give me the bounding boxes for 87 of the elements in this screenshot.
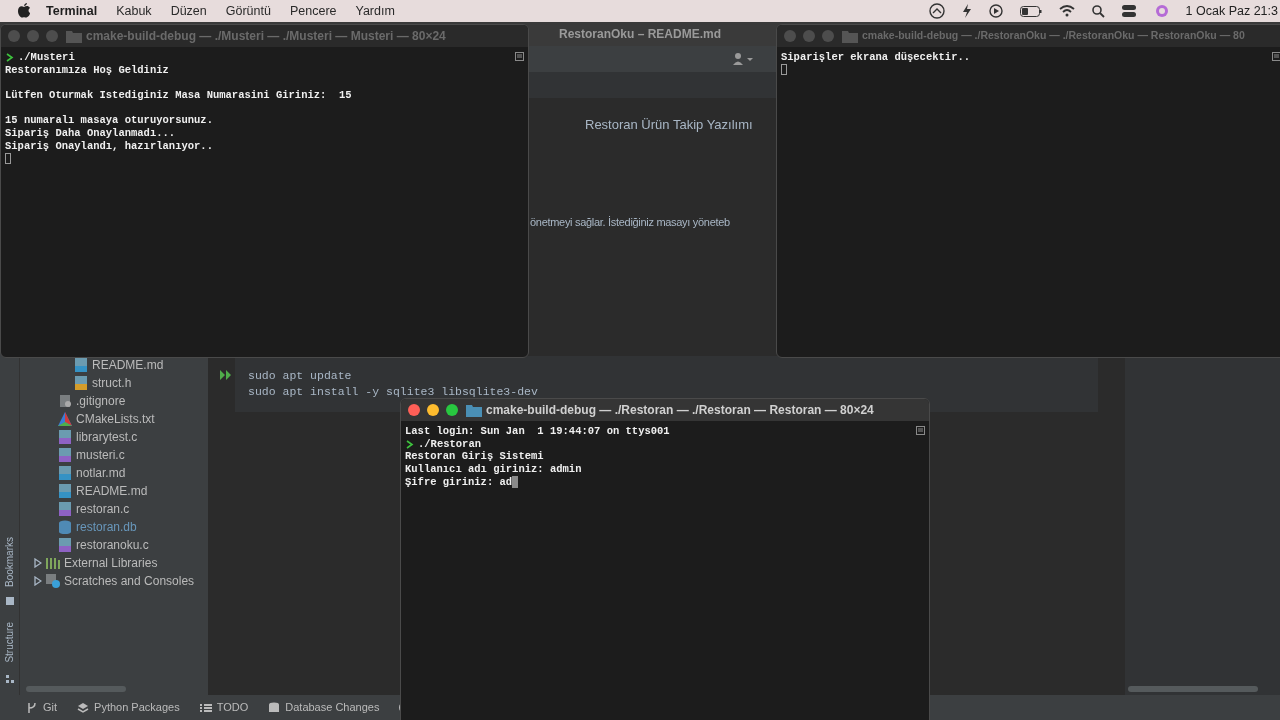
c-file-icon (58, 430, 72, 444)
bookmark-icon (6, 597, 14, 605)
close-button[interactable] (8, 30, 20, 42)
terminal-line: ./Musteri (18, 51, 75, 64)
list-icon (199, 701, 212, 714)
markdown-file-icon (58, 484, 72, 498)
terminal-line: Restoranımıza Hoş Geldiniz (5, 63, 169, 77)
menu-item[interactable]: Düzen (170, 1, 207, 21)
wifi-icon (1058, 5, 1075, 17)
terminal-line: Siparişler ekrana düşecektir.. (781, 51, 971, 64)
lightning-icon (961, 4, 972, 18)
search-icon (1091, 4, 1105, 18)
apple-logo-icon (17, 3, 31, 19)
minimize-button[interactable] (427, 404, 439, 416)
terminal-line: Sipariş Daha Onaylanmadı... (5, 127, 176, 140)
triangle-logo-icon (58, 412, 72, 426)
battery-icon (1019, 5, 1042, 17)
scratch-file-icon (46, 574, 60, 588)
code-line: sudo apt update (248, 368, 353, 384)
library-books-icon (46, 556, 60, 570)
window-title: RestoranOku – README.md (559, 26, 721, 43)
ignore-file-icon (58, 394, 72, 408)
scroll-marks-icon (1272, 52, 1280, 61)
c-file-icon (58, 502, 72, 516)
folder-icon (842, 29, 858, 43)
tree-item[interactable]: Scratches and Consoles (34, 572, 195, 590)
database-icon (268, 701, 281, 714)
terminal-line: Şifre giriniz: ad (405, 475, 513, 489)
code-line: sudo apt install -y sqlite3 libsqlite3-dev (248, 384, 539, 400)
terminal-line: Kullanıcı adı giriniz: admin (405, 463, 582, 476)
menu-item[interactable]: Görüntü (225, 1, 271, 21)
close-button[interactable] (408, 404, 420, 416)
folder-icon (66, 29, 82, 43)
c-file-icon (58, 538, 72, 552)
scroll-marks-icon (916, 426, 925, 435)
layers-icon (77, 701, 90, 714)
tool-window-button[interactable]: Python Packages (77, 699, 180, 716)
tool-window-button[interactable]: Database Changes (268, 699, 380, 716)
tree-item[interactable]: notlar.md (58, 464, 126, 482)
tree-item[interactable]: .gitignore (58, 392, 126, 410)
tree-item[interactable]: README.md (74, 356, 164, 374)
terminal-line: Sipariş Onaylandı, hazırlanıyor.. (5, 139, 213, 153)
folder-icon (466, 403, 482, 417)
markdown-file-icon (58, 466, 72, 480)
tree-item[interactable]: README.md (58, 482, 148, 500)
window-title: cmake-build-debug — ./RestoranOku — ./RestoranOku — RestoranOku — 80 (862, 28, 1245, 44)
prompt-chevron-icon (405, 437, 415, 450)
terminal-line: ./Restoran (418, 437, 481, 451)
terminal-line: Lütfen Oturmak Istediginiz Masa Numarasini Giriniz: 15 (5, 89, 352, 102)
tree-item[interactable]: External Libraries (34, 554, 158, 572)
tool-window-button[interactable]: Git (26, 699, 58, 716)
side-tool-tab[interactable]: Structure (2, 622, 18, 663)
terminal-line: Last login: Sun Jan 1 19:44:07 on ttys001 (405, 425, 670, 438)
tool-window-button[interactable]: TODO (199, 699, 249, 716)
tree-item[interactable]: struct.h (74, 374, 132, 392)
markdown-file-icon (74, 358, 88, 372)
side-tool-tab[interactable]: Bookmarks (2, 537, 18, 587)
tree-item[interactable]: CMakeLists.txt (58, 410, 155, 428)
scroll-marks-icon (515, 52, 524, 61)
tree-item[interactable]: restoran.c (58, 500, 130, 518)
window-title: cmake-build-debug — ./Musteri — ./Musteri — Musteri — 80×24 (86, 28, 446, 45)
menu-item[interactable]: Yardım (355, 1, 395, 21)
prompt-chevron-icon (5, 51, 15, 63)
database-icon (58, 520, 72, 534)
tree-item[interactable]: restoran.db (58, 518, 137, 536)
user-icon (732, 52, 754, 66)
close-button[interactable] (784, 30, 796, 42)
play-icon (988, 4, 1003, 18)
run-icon (220, 370, 232, 380)
branch-icon (26, 701, 38, 714)
zoom-button[interactable] (446, 404, 458, 416)
window-title: cmake-build-debug — ./Restoran — ./Restoran — Restoran — 80×24 (486, 402, 874, 419)
app-menu[interactable]: Terminal (46, 1, 98, 21)
terminal-line: 15 numaralı masaya oturuyorsunuz. (5, 114, 213, 128)
tree-item[interactable]: librarytest.c (58, 428, 138, 446)
menu-item[interactable]: Pencere (289, 1, 337, 21)
menu-item[interactable]: Kabuk (116, 1, 152, 21)
header-file-icon (74, 376, 88, 390)
c-file-icon (58, 448, 72, 462)
markdown-paragraph: önetmeyi sağlar. İstediğiniz masayı yöneteb (530, 215, 731, 230)
tree-item[interactable]: restoranoku.c (58, 536, 149, 554)
menu-bar-clock: 1 Ocak Paz 21:3 (1185, 2, 1278, 20)
structure-icon (6, 675, 14, 683)
tree-item[interactable]: musteri.c (58, 446, 125, 464)
toggles-icon (1121, 5, 1138, 17)
terminal-line: Restoran Giriş Sistemi (405, 450, 544, 464)
markdown-heading: Restoran Ürün Takip Yazılımı (585, 116, 753, 134)
